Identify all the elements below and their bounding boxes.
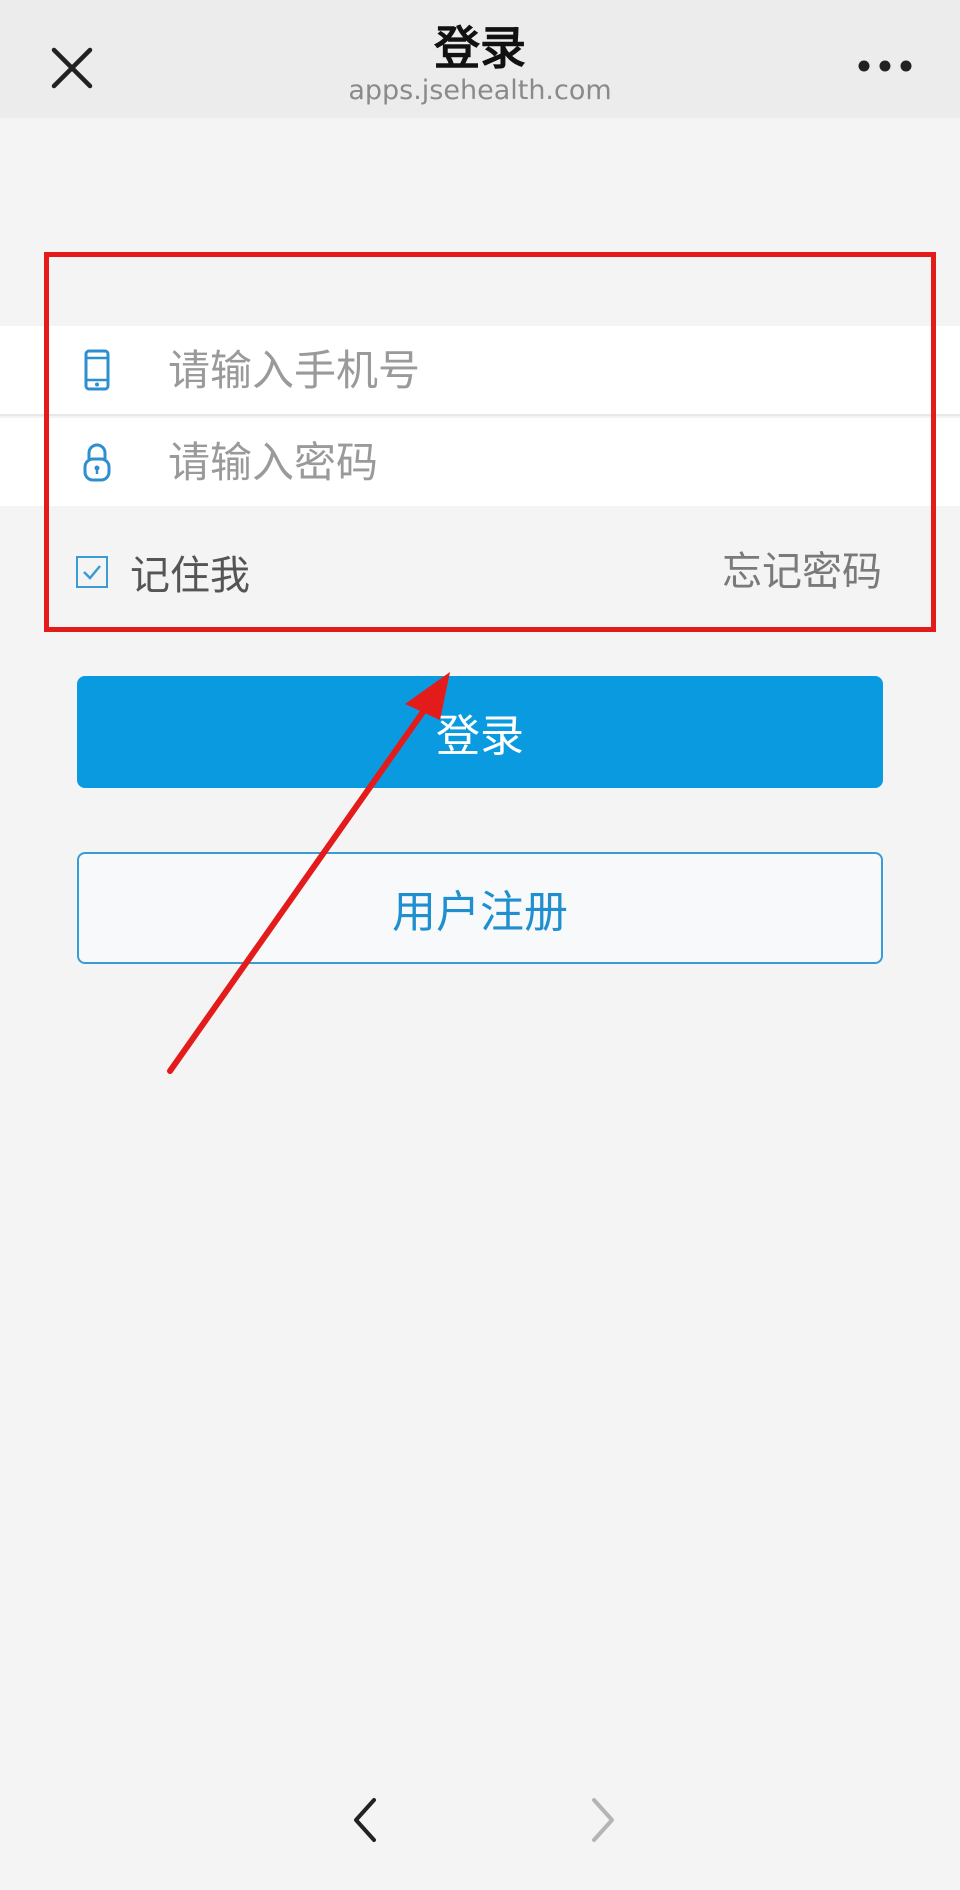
top-bar: 登录 apps.jsehealth.com	[0, 0, 960, 118]
more-button[interactable]	[850, 44, 920, 88]
page-url: apps.jsehealth.com	[348, 75, 612, 106]
more-dots-icon	[858, 60, 912, 72]
chevron-left-icon	[354, 1798, 376, 1842]
chevron-right-icon	[592, 1798, 614, 1842]
register-button[interactable]: 用户注册	[77, 852, 883, 964]
forward-button[interactable]	[568, 1780, 638, 1860]
login-button[interactable]: 登录	[77, 676, 883, 788]
bottom-navigation	[0, 1752, 960, 1890]
page-title: 登录	[434, 21, 526, 75]
annotation-highlight-box	[44, 252, 936, 632]
back-button[interactable]	[330, 1780, 400, 1860]
